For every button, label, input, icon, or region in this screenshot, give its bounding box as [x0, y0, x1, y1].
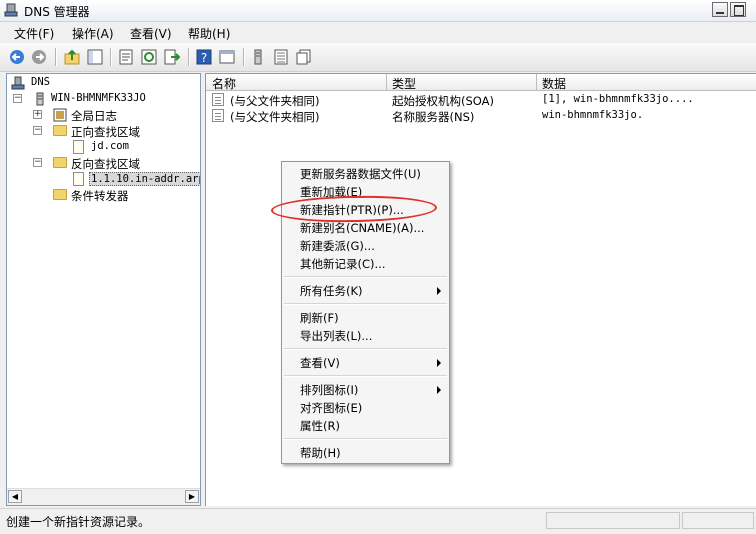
menu-file[interactable]: 文件(F)	[14, 25, 54, 42]
tree-label-reverse-zones: 反向查找区域	[71, 157, 140, 171]
column-header-type[interactable]: 类型	[392, 75, 416, 92]
ctx-update-server-data-file[interactable]: 更新服务器数据文件(U)	[300, 166, 421, 182]
submenu-arrow-icon	[437, 386, 441, 394]
menu-bar: 文件(F) 操作(A) 查看(V) 帮助(H)	[0, 22, 756, 43]
tree-horizontal-scrollbar[interactable]: ◀ ▶	[7, 488, 200, 505]
menu-help[interactable]: 帮助(H)	[188, 25, 230, 42]
forward-icon[interactable]	[30, 48, 48, 66]
record-name: (与父文件夹相同)	[230, 110, 320, 124]
dns-app-icon	[4, 3, 18, 17]
dns-icon	[11, 76, 25, 90]
status-text: 创建一个新指针资源记录。	[6, 515, 151, 529]
zone-file-icon	[73, 140, 84, 154]
help-icon[interactable]: ?	[195, 48, 213, 66]
window-title: DNS 管理器	[24, 5, 90, 19]
ctx-arrange-icons[interactable]: 排列图标(I)	[300, 382, 358, 398]
record-name: (与父文件夹相同)	[230, 94, 320, 108]
list-icon[interactable]	[272, 48, 290, 66]
properties-icon[interactable]	[117, 48, 135, 66]
tree-node-reverse-zone[interactable]: 1.1.10.in-addr.arpa	[11, 172, 200, 188]
scroll-right-icon[interactable]: ▶	[185, 490, 199, 503]
tree-label-jd-com: jd.com	[91, 140, 129, 152]
export-icon[interactable]	[163, 48, 181, 66]
refresh-icon[interactable]	[140, 48, 158, 66]
zone-file-icon	[73, 172, 84, 186]
folder-icon	[53, 189, 67, 200]
back-icon[interactable]	[8, 48, 26, 66]
folder-icon	[53, 125, 67, 136]
column-header-name[interactable]: 名称	[212, 75, 236, 92]
record-icon	[212, 109, 224, 122]
list-header: 名称 类型 数据	[206, 74, 756, 91]
record-icon	[212, 93, 224, 106]
tree-label-forward-zones: 正向查找区域	[71, 125, 140, 139]
status-panel	[546, 512, 680, 529]
list-item[interactable]: (与父文件夹相同) 起始授权机构(SOA) [1], win-bhmnmfk33…	[206, 92, 756, 108]
ctx-all-tasks[interactable]: 所有任务(K)	[300, 283, 363, 299]
ctx-other-new-records[interactable]: 其他新记录(C)...	[300, 256, 385, 272]
ctx-view[interactable]: 查看(V)	[300, 355, 340, 371]
scroll-left-icon[interactable]: ◀	[8, 490, 22, 503]
ctx-new-alias[interactable]: 新建别名(CNAME)(A)...	[300, 220, 424, 236]
toolbar: ?	[0, 43, 756, 72]
ctx-new-delegation[interactable]: 新建委派(G)...	[300, 238, 375, 254]
status-panel	[682, 512, 754, 529]
svg-text:?: ?	[201, 51, 207, 65]
ctx-refresh[interactable]: 刷新(F)	[300, 310, 339, 326]
title-bar: DNS 管理器	[0, 0, 756, 22]
server-icon	[36, 92, 44, 106]
status-bar: 创建一个新指针资源记录。	[0, 508, 756, 534]
submenu-arrow-icon	[437, 287, 441, 295]
up-folder-icon[interactable]	[63, 48, 81, 66]
record-type: 起始授权机构(SOA)	[392, 94, 494, 108]
folder-icon	[53, 157, 67, 168]
record-data: win-bhmnmfk33jo.	[542, 109, 644, 121]
ctx-help[interactable]: 帮助(H)	[300, 445, 341, 461]
copy-icon[interactable]	[295, 48, 313, 66]
record-data: [1], win-bhmnmfk33jo....	[542, 93, 694, 105]
collapse-icon[interactable]: −	[33, 126, 42, 135]
ctx-export-list[interactable]: 导出列表(L)...	[300, 328, 372, 344]
maximize-button[interactable]	[730, 2, 746, 17]
show-tree-icon[interactable]	[86, 48, 104, 66]
minimize-button[interactable]	[712, 2, 728, 17]
server-icon[interactable]	[249, 48, 267, 66]
event-log-icon	[53, 108, 67, 122]
tree-label-dns: DNS	[31, 76, 50, 88]
expand-icon[interactable]: +	[33, 110, 42, 119]
console-icon[interactable]	[218, 48, 236, 66]
collapse-icon[interactable]: −	[13, 94, 22, 103]
ctx-line-up-icons[interactable]: 对齐图标(E)	[300, 400, 362, 416]
menu-view[interactable]: 查看(V)	[130, 25, 172, 42]
console-tree[interactable]: DNS − WIN-BHMNMFK33JO + 全局日志 − 正向查找区域 jd…	[6, 73, 201, 506]
tree-label-server: WIN-BHMNMFK33JO	[51, 92, 146, 104]
column-header-data[interactable]: 数据	[542, 75, 566, 92]
list-item[interactable]: (与父文件夹相同) 名称服务器(NS) win-bhmnmfk33jo.	[206, 108, 756, 124]
collapse-icon[interactable]: −	[33, 158, 42, 167]
ctx-properties[interactable]: 属性(R)	[300, 418, 340, 434]
tree-label-global-logs: 全局日志	[71, 109, 117, 123]
tree-label-reverse-zone: 1.1.10.in-addr.arpa	[89, 172, 200, 186]
tree-label-conditional-forwarders: 条件转发器	[71, 189, 129, 203]
menu-action[interactable]: 操作(A)	[72, 25, 114, 42]
submenu-arrow-icon	[437, 359, 441, 367]
record-type: 名称服务器(NS)	[392, 110, 475, 124]
